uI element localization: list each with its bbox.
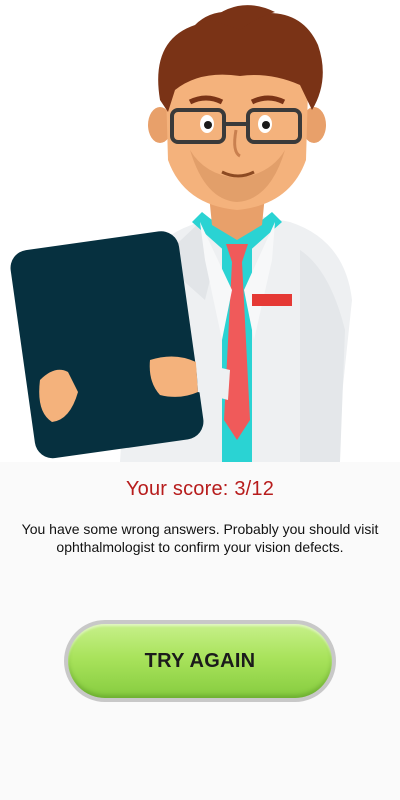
score-text: Your score: 3/12 [125,478,275,500]
try-again-button[interactable]: TRY AGAIN [68,624,332,698]
doctor-illustration [0,0,400,462]
result-message: You have some wrong answers. Probably yo… [21,521,379,555]
try-again-button-frame: TRY AGAIN [64,620,336,702]
results-screen: Your score: 3/12 You have some wrong ans… [0,0,400,800]
